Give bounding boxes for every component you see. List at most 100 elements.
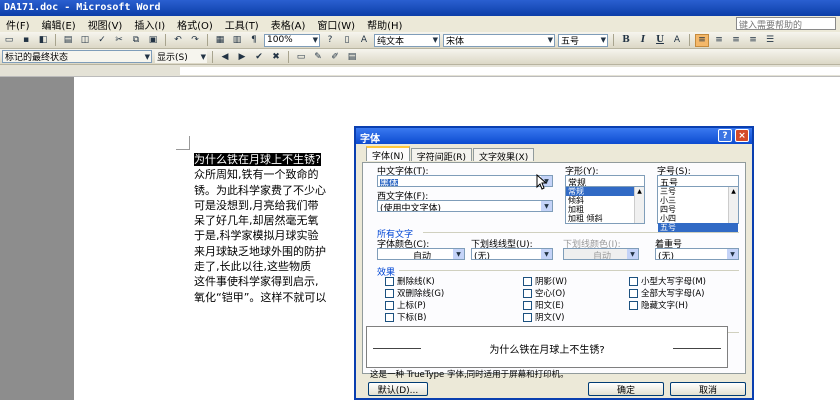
list-item[interactable]: 小四 bbox=[658, 214, 738, 223]
font-size-combo[interactable]: 五号 ▼ bbox=[558, 33, 608, 47]
bold-button[interactable]: B bbox=[619, 34, 633, 47]
separator bbox=[212, 50, 213, 63]
west-font-select[interactable]: (使用中文字体) ▼ bbox=[377, 200, 553, 212]
horizontal-ruler[interactable] bbox=[0, 65, 840, 77]
menu-window[interactable]: 窗口(W) bbox=[311, 17, 361, 32]
permission-icon[interactable]: ◧ bbox=[36, 34, 50, 47]
show-hide-icon[interactable]: ¶ bbox=[247, 34, 261, 47]
list-item[interactable]: 小三 bbox=[658, 196, 738, 205]
tab-text-effects[interactable]: 文字效果(X) bbox=[473, 148, 535, 163]
table-icon[interactable]: ▦ bbox=[213, 34, 227, 47]
justify-icon[interactable]: ≡ bbox=[746, 34, 760, 47]
italic-button[interactable]: I bbox=[636, 34, 650, 47]
dialog-help-button[interactable]: ? bbox=[718, 129, 732, 142]
open-icon[interactable]: ▭ bbox=[2, 34, 16, 47]
emphasis-select[interactable]: (无) ▼ bbox=[655, 248, 739, 260]
ok-button[interactable]: 确定 bbox=[588, 382, 664, 396]
list-item[interactable]: 五号 bbox=[658, 223, 738, 232]
reviewing-pane-icon[interactable]: ▤ bbox=[345, 50, 359, 63]
paste-icon[interactable]: ▣ bbox=[146, 34, 160, 47]
styles-pane-icon[interactable]: A bbox=[357, 34, 371, 47]
spelling-icon[interactable]: ✓ bbox=[95, 34, 109, 47]
checkbox-box bbox=[523, 288, 532, 298]
preview-icon[interactable]: ◫ bbox=[78, 34, 92, 47]
mouse-cursor-icon bbox=[536, 173, 548, 190]
print-icon[interactable]: ▤ bbox=[61, 34, 75, 47]
underline-button[interactable]: U bbox=[653, 34, 667, 47]
next-change-icon[interactable]: ▶ bbox=[235, 50, 249, 63]
list-item[interactable]: 倾斜 bbox=[566, 196, 644, 205]
checkbox-outline[interactable]: 空心(O) bbox=[523, 287, 565, 299]
char-border-icon[interactable]: A bbox=[670, 34, 684, 47]
menu-edit[interactable]: 编辑(E) bbox=[36, 17, 82, 32]
checkbox-superscript[interactable]: 上标(P) bbox=[385, 299, 426, 311]
menu-file[interactable]: 件(F) bbox=[0, 17, 36, 32]
highlight-icon[interactable]: ✎ bbox=[311, 50, 325, 63]
prev-change-icon[interactable]: ◀ bbox=[218, 50, 232, 63]
list-item[interactable]: 加粗 bbox=[566, 205, 644, 214]
font-color-select[interactable]: 自动 ▼ bbox=[377, 248, 465, 260]
checkbox-emboss[interactable]: 阳文(E) bbox=[523, 299, 564, 311]
list-item[interactable]: 加粗 倾斜 bbox=[566, 214, 644, 223]
review-state-combo[interactable]: 标记的最终状态 ▼ bbox=[2, 50, 152, 63]
checkbox-box bbox=[385, 312, 394, 322]
dialog-close-button[interactable]: × bbox=[735, 129, 749, 142]
underline-select[interactable]: (无) ▼ bbox=[471, 248, 553, 260]
size-list[interactable]: 三号 小三 四号 小四 五号 ▲ bbox=[657, 186, 739, 232]
list-item[interactable]: 四号 bbox=[658, 205, 738, 214]
list-item[interactable]: 常规 bbox=[566, 187, 644, 196]
tab-char-spacing[interactable]: 字符间距(R) bbox=[410, 148, 473, 163]
align-left-icon[interactable]: ≡ bbox=[695, 33, 709, 47]
doc-line: 呆了好几年,却居然毫无氧 bbox=[194, 214, 319, 228]
distributed-icon[interactable]: ☰ bbox=[763, 34, 777, 47]
document-text[interactable]: 为什么铁在月球上不生锈? 众所周知,铁有一个致命的 锈。为此科学家费了不少心 可… bbox=[194, 152, 374, 305]
checkbox-shadow[interactable]: 阴影(W) bbox=[523, 275, 567, 287]
list-item[interactable]: 三号 bbox=[658, 187, 738, 196]
menu-format[interactable]: 格式(O) bbox=[171, 17, 219, 32]
chevron-down-icon: ▼ bbox=[200, 52, 206, 61]
checkbox-engrave[interactable]: 阴文(V) bbox=[523, 311, 564, 323]
separator bbox=[165, 34, 166, 46]
cancel-button[interactable]: 取消 bbox=[670, 382, 746, 396]
font-combo[interactable]: 宋体 ▼ bbox=[443, 33, 555, 47]
accept-change-icon[interactable]: ✔ bbox=[252, 50, 266, 63]
checkbox-hidden[interactable]: 隐藏文字(H) bbox=[629, 299, 688, 311]
redo-icon[interactable]: ↷ bbox=[188, 34, 202, 47]
checkbox-strikethrough[interactable]: 删除线(K) bbox=[385, 275, 435, 287]
menu-help[interactable]: 帮助(H) bbox=[361, 17, 408, 32]
undo-icon[interactable]: ↶ bbox=[171, 34, 185, 47]
show-menu-button[interactable]: 显示(S) ▼ bbox=[155, 50, 207, 63]
new-comment-icon[interactable]: ▭ bbox=[294, 50, 308, 63]
zoom-combo[interactable]: 100% ▼ bbox=[264, 33, 320, 47]
columns-icon[interactable]: ▥ bbox=[230, 34, 244, 47]
tab-font[interactable]: 字体(N) bbox=[366, 146, 410, 162]
underline-value: (无) bbox=[474, 252, 491, 260]
default-button[interactable]: 默认(D)... bbox=[368, 382, 428, 396]
help-search-input[interactable]: 键入需要帮助的 bbox=[736, 17, 836, 31]
checkbox-small-caps[interactable]: 小型大写字母(M) bbox=[629, 275, 706, 287]
list-scrollbar[interactable]: ▲ bbox=[634, 187, 644, 223]
cn-font-select[interactable]: 黑体 ▼ bbox=[377, 175, 553, 187]
copy-icon[interactable]: ⧉ bbox=[129, 34, 143, 47]
align-right-icon[interactable]: ≡ bbox=[729, 34, 743, 47]
menu-view[interactable]: 视图(V) bbox=[82, 17, 129, 32]
menu-insert[interactable]: 插入(I) bbox=[128, 17, 171, 32]
menu-tools[interactable]: 工具(T) bbox=[219, 17, 265, 32]
align-center-icon[interactable]: ≡ bbox=[712, 34, 726, 47]
checkbox-double-strikethrough[interactable]: 双删除线(G) bbox=[385, 287, 444, 299]
checkbox-subscript[interactable]: 下标(B) bbox=[385, 311, 426, 323]
reject-change-icon[interactable]: ✖ bbox=[269, 50, 283, 63]
dialog-titlebar[interactable]: 字体 ? × bbox=[356, 128, 752, 145]
save-icon[interactable]: ▪ bbox=[19, 34, 33, 47]
reading-icon[interactable]: ▯ bbox=[340, 34, 354, 47]
preview-box: 为什么铁在月球上不生锈? bbox=[366, 326, 728, 368]
preview-line-right bbox=[673, 348, 721, 349]
track-changes-icon[interactable]: ✐ bbox=[328, 50, 342, 63]
list-scrollbar[interactable]: ▲ bbox=[728, 187, 738, 223]
style-combo[interactable]: 纯文本 ▼ bbox=[374, 33, 440, 47]
help-icon[interactable]: ? bbox=[323, 34, 337, 47]
style-list[interactable]: 常规 倾斜 加粗 加粗 倾斜 ▲ bbox=[565, 186, 645, 224]
menu-table[interactable]: 表格(A) bbox=[265, 17, 312, 32]
checkbox-all-caps[interactable]: 全部大写字母(A) bbox=[629, 287, 704, 299]
cut-icon[interactable]: ✂ bbox=[112, 34, 126, 47]
